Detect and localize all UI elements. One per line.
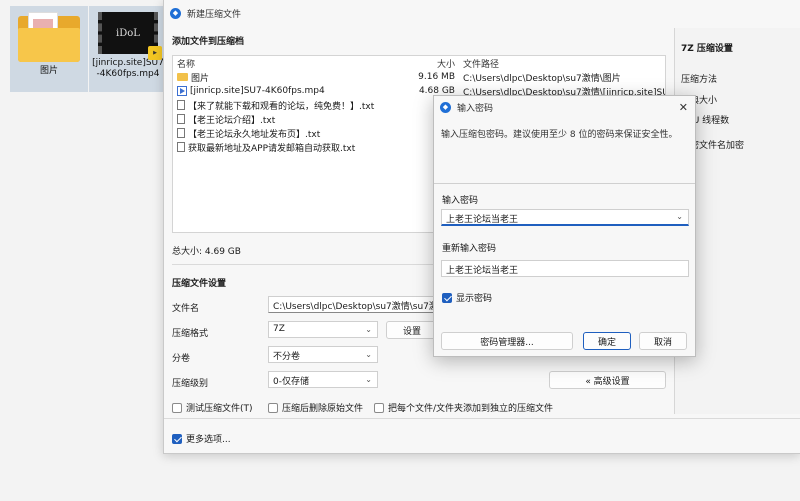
checkbox-label: 测试压缩文件(T) [186,404,253,414]
video-file-icon [177,86,187,96]
add-files-title: 添加文件到压缩档 [172,37,245,47]
format-select-value: 7Z [273,324,285,334]
text-file-icon [177,100,185,110]
folder-icon [177,73,188,81]
separate-archives-checkbox[interactable]: 把每个文件/文件夹添加到独立的压缩文件 [374,401,553,414]
video-thumbnail-text: iDoL [116,27,140,39]
desktop-icon-video-file[interactable]: iDoL ▶ [jinricp.site]SU7-4K60fps.mp4 [89,6,167,92]
text-file-icon [177,114,185,124]
app-icon: ◆ [440,101,451,113]
checkbox-box [374,402,384,413]
cancel-button[interactable]: 取消 [639,332,687,350]
format-select[interactable]: 7Z ⌄ [268,321,378,338]
text-file-icon [177,142,185,152]
checkbox-label: 显示密码 [456,294,493,304]
window-title: 新建压缩文件 [187,9,242,20]
filename-label: 文件名 [172,304,200,314]
column-header-name[interactable]: 名称 [173,57,395,70]
chevron-down-icon: ⌄ [365,325,372,334]
password-value: 上老王论坛当老王 [446,215,519,225]
window-titlebar: ◆ 新建压缩文件 [164,0,800,26]
side-panel-title: 7Z 压缩设置 [681,44,733,54]
file-name: [jinricp.site]SU7-4K60fps.mp4 [190,86,325,96]
desktop-icon-pictures-folder[interactable]: 图片 [10,6,88,92]
advanced-settings-button[interactable]: « 高级设置 [549,371,666,389]
show-password-checkbox[interactable]: 显示密码 [442,291,492,304]
file-name: 【来了就能下载和观看的论坛，纯免费！】.txt [188,101,375,112]
confirm-password-input[interactable]: 上老王论坛当老王 [441,260,689,277]
checkbox-box [172,433,182,444]
file-list-header: 名称 大小 文件路径 [173,56,665,70]
total-size: 总大小: 4.69 GB [172,247,241,257]
level-label: 压缩级别 [172,379,209,389]
checkbox-box [442,292,452,303]
ok-button[interactable]: 确定 [583,332,631,350]
dialog-title: 输入密码 [457,103,494,114]
file-size: 9.16 MB [418,72,455,82]
divider [434,183,695,184]
filename-input[interactable]: C:\Users\dlpc\Desktop\su7激情\su7激情 [268,296,438,313]
file-name: 【老王论坛介绍】.txt [188,115,276,126]
password-input[interactable]: 上老王论坛当老王 ⌄ [441,209,689,226]
archive-settings-title: 压缩文件设置 [172,279,227,289]
split-select[interactable]: 不分卷 ⌄ [268,346,378,363]
chevron-down-icon[interactable]: ⌄ [676,212,683,221]
file-name: 获取最新地址及APP请发邮箱自动获取.txt [188,143,356,154]
side-item-method[interactable]: 压缩方法 [681,72,717,85]
file-row[interactable]: 图片 9.16 MB C:\Users\dlpc\Desktop\su7激情\图… [173,70,665,84]
desktop-icon-label: 图片 [39,66,58,76]
play-badge-icon: ▶ [148,46,162,60]
column-header-path[interactable]: 文件路径 [463,57,665,70]
file-name: 【老王论坛永久地址发布页】.txt [188,129,321,140]
split-label: 分卷 [172,354,191,364]
text-file-icon [177,128,185,138]
confirm-password-label: 重新输入密码 [442,244,497,254]
video-thumbnail-icon: iDoL ▶ [98,12,162,60]
password-dialog: ◆ 输入密码 ✕ 输入压缩包密码。建议使用至少 8 位的密码来保证安全性。 输入… [433,95,696,357]
desktop-icon-label: [jinricp.site]SU7-4K60fps.mp4 [92,58,164,79]
close-icon[interactable]: ✕ [679,101,688,114]
folder-icon [18,12,80,62]
more-options-checkbox[interactable]: 更多选项... [172,432,231,445]
chevron-down-icon: ⌄ [365,350,372,359]
file-name: 图片 [191,73,210,84]
checkbox-label: 压缩后删除原始文件 [282,404,364,414]
app-icon: ◆ [170,7,181,19]
file-path: C:\Users\dlpc\Desktop\su7激情\图片 [463,73,621,84]
checkbox-label: 更多选项... [186,435,231,445]
delete-after-checkbox[interactable]: 压缩后删除原始文件 [268,401,363,414]
checkbox-label: 把每个文件/文件夹添加到独立的压缩文件 [388,404,554,414]
dialog-description: 输入压缩包密码。建议使用至少 8 位的密码来保证安全性。 [441,130,678,140]
dialog-titlebar: ◆ 输入密码 [434,96,695,118]
column-header-size[interactable]: 大小 [395,57,463,70]
checkbox-box [268,402,278,413]
checkbox-box [172,402,182,413]
level-select[interactable]: 0-仅存储 ⌄ [268,371,378,388]
split-select-value: 不分卷 [273,352,301,362]
password-label: 输入密码 [442,196,479,206]
format-settings-button[interactable]: 设置 [386,321,438,339]
chevron-down-icon: ⌄ [365,375,372,384]
test-archive-checkbox[interactable]: 测试压缩文件(T) [172,401,253,414]
level-select-value: 0-仅存储 [273,377,309,387]
divider [164,418,800,419]
format-label: 压缩格式 [172,329,209,339]
password-manager-button[interactable]: 密码管理器... [441,332,573,350]
